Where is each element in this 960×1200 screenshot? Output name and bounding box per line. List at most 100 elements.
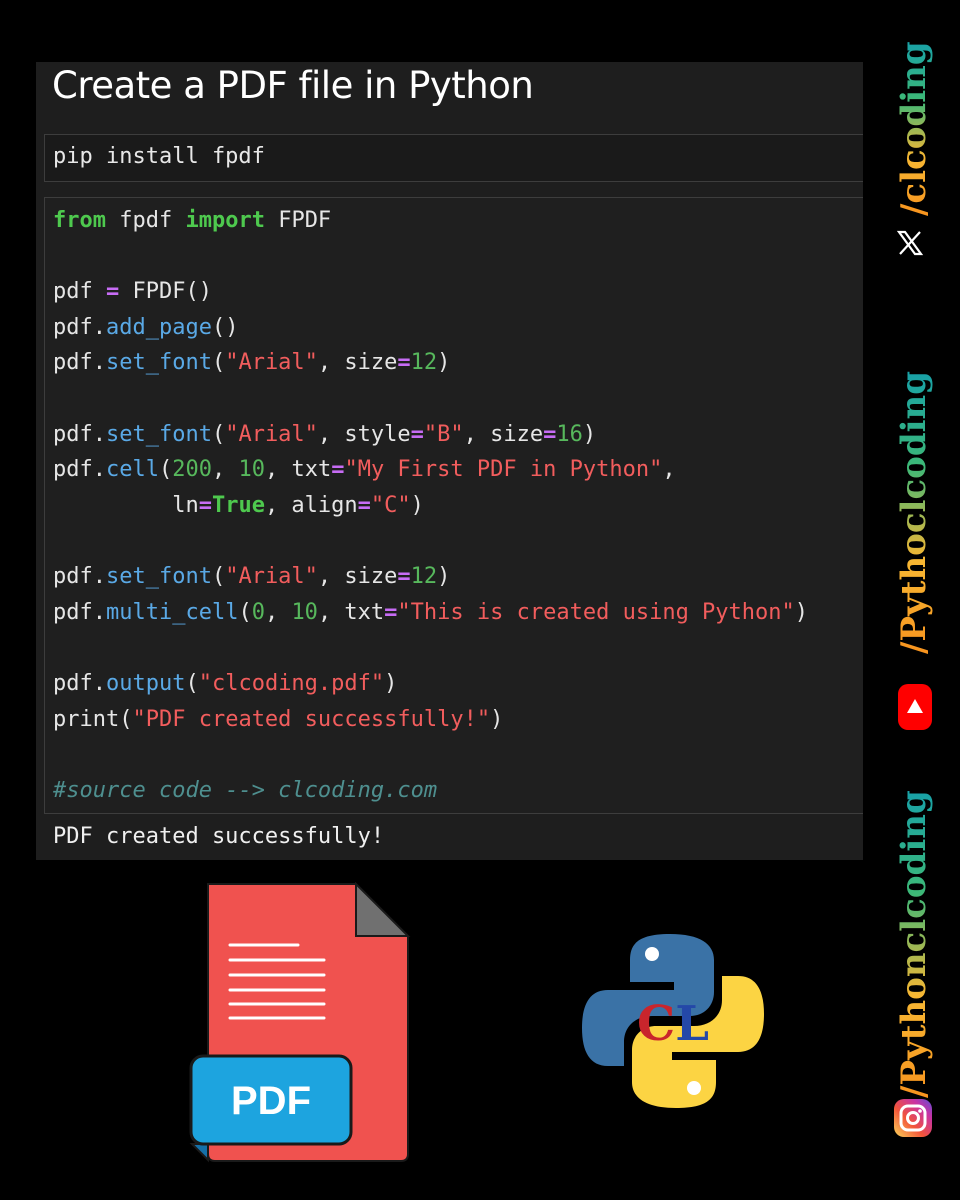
code-line: pdf = FPDF() — [53, 275, 212, 309]
code-token: , size — [463, 422, 544, 447]
main-code-cell[interactable]: from fpdf import FPDF pdf = FPDF() pdf.add… — [44, 197, 863, 814]
code-token: import — [185, 208, 265, 233]
code-token: pdf. — [53, 600, 106, 625]
code-token: , txt — [264, 457, 332, 482]
code-token: = — [384, 600, 398, 625]
code-line: #source code --> clcoding.com — [53, 774, 437, 808]
code-line: pdf.set_font("Arial", style="B", size=16… — [53, 418, 596, 452]
code-token: () — [211, 315, 239, 340]
code-token: set_font — [105, 564, 212, 589]
code-token: pdf. — [53, 315, 106, 340]
code-line: pdf.set_font("Arial", size=12) — [53, 560, 450, 594]
code-token: True — [211, 493, 265, 518]
code-token: "Arial" — [225, 350, 318, 375]
code-line: print("PDF created successfully!") — [53, 703, 503, 737]
youtube-icon[interactable] — [897, 683, 933, 731]
x-handle-text: /clcoding — [894, 41, 934, 216]
code-token: ) — [437, 350, 451, 375]
code-token: set_font — [105, 422, 212, 447]
page-title: Create a PDF file in Python — [52, 64, 534, 107]
x-handle[interactable]: /clcoding — [894, 41, 934, 216]
code-token: , size — [317, 564, 398, 589]
pdf-badge-label: PDF — [231, 1079, 311, 1123]
code-token: "Arial" — [225, 422, 318, 447]
code-token: = — [410, 422, 424, 447]
python-blue-eye — [645, 947, 659, 961]
code-token: ln — [53, 493, 199, 518]
code-line: from fpdf import FPDF — [53, 204, 331, 238]
code-token: pdf. — [53, 350, 106, 375]
code-token: ) — [384, 671, 398, 696]
x-logo-icon[interactable] — [896, 229, 924, 257]
code-token: = — [543, 422, 557, 447]
code-token: ( — [185, 671, 199, 696]
code-token: "clcoding.pdf" — [198, 671, 385, 696]
code-token: add_page — [105, 315, 212, 340]
code-line: pdf.set_font("Arial", size=12) — [53, 346, 450, 380]
code-token: pdf. — [53, 564, 106, 589]
code-token: ) — [410, 493, 424, 518]
install-code-cell[interactable]: pip install fpdf — [44, 134, 863, 182]
code-token: ( — [158, 457, 173, 482]
code-token: set_font — [105, 350, 212, 375]
code-token: multi_cell — [105, 600, 239, 625]
code-token: , style — [317, 422, 411, 447]
code-token: = — [397, 350, 411, 375]
cl-monogram: CL — [637, 996, 709, 1052]
code-token: pdf. — [53, 671, 106, 696]
code-token: pdf — [53, 279, 106, 304]
code-token: 12 — [410, 350, 438, 375]
install-command: pip install fpdf — [53, 144, 265, 169]
code-line: pdf.output("clcoding.pdf") — [53, 667, 397, 701]
code-line: pdf.multi_cell(0, 10, txt="This is creat… — [53, 596, 808, 630]
code-token: = — [198, 493, 212, 518]
code-token: ( — [211, 564, 226, 589]
instagram-handle[interactable]: /Pythonclcoding — [894, 790, 934, 1098]
code-token: "B" — [423, 422, 464, 447]
code-token: 10 — [291, 600, 318, 625]
code-token: , align — [264, 493, 358, 518]
pdf-badge-tail — [189, 1143, 209, 1163]
code-token: 16 — [556, 422, 583, 447]
code-token: ( — [211, 350, 226, 375]
code-token: , — [662, 457, 676, 482]
code-token: 10 — [238, 457, 265, 482]
pdf-file-icon: PDF — [189, 882, 411, 1163]
code-token: , — [264, 600, 292, 625]
code-line: pdf.add_page() — [53, 311, 238, 345]
code-token: "PDF created successfully!" — [132, 707, 491, 732]
code-token: = — [357, 493, 371, 518]
cell-output: PDF created successfully! — [53, 824, 385, 849]
youtube-handle-text: /Pythoclcoding — [894, 370, 934, 654]
code-token: #source code --> clcoding.com — [53, 778, 438, 803]
code-token: = — [105, 279, 120, 304]
code-token: ( — [238, 600, 252, 625]
youtube-handle[interactable]: /Pythoclcoding — [894, 371, 934, 654]
code-token: 200 — [172, 457, 212, 482]
pdf-fold-corner — [355, 882, 411, 937]
code-token: pdf. — [53, 457, 106, 482]
code-token: ) — [582, 422, 597, 447]
code-token: , txt — [317, 600, 385, 625]
code-token: pdf. — [53, 422, 106, 447]
code-token: FPDF — [264, 208, 332, 233]
code-token: = — [331, 457, 345, 482]
code-token: 12 — [410, 564, 438, 589]
code-token: = — [397, 564, 411, 589]
code-token: , — [211, 457, 239, 482]
code-token: ) — [794, 600, 809, 625]
code-token: ) — [437, 564, 451, 589]
instagram-handle-text: /Pythonclcoding — [894, 790, 934, 1098]
code-token: "This is created using Python" — [397, 600, 795, 625]
code-token: "My First PDF in Python" — [344, 457, 663, 482]
instagram-icon[interactable] — [893, 1098, 933, 1138]
python-yellow-eye — [687, 1081, 701, 1095]
code-token: cell — [105, 457, 159, 482]
code-token: from — [53, 208, 106, 233]
code-token: "Arial" — [225, 564, 318, 589]
code-token: 0 — [251, 600, 265, 625]
code-token: print( — [53, 707, 133, 732]
code-token: , size — [317, 350, 398, 375]
code-token: FPDF() — [119, 279, 212, 304]
code-token: ( — [211, 422, 226, 447]
